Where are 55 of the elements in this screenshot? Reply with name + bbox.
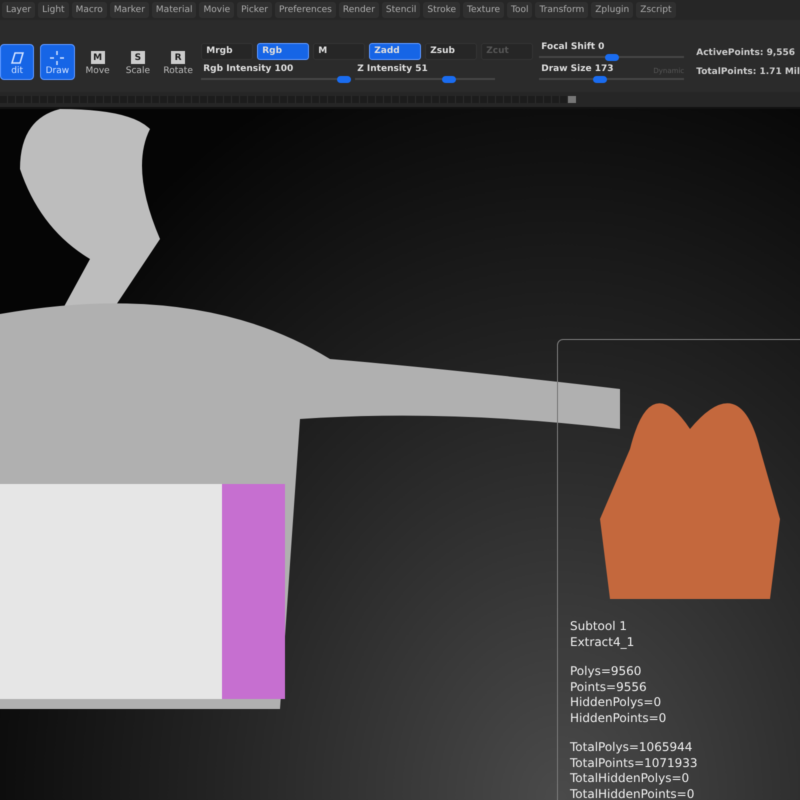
menu-item[interactable]: Stencil xyxy=(382,2,420,18)
info-text: HiddenPoints=0 xyxy=(570,710,668,726)
menu-item[interactable]: Render xyxy=(338,2,379,18)
info-text: TotalPoints=1071933 xyxy=(570,756,698,771)
mode-toggle[interactable]: Mrgb xyxy=(201,42,254,60)
info-text: Extract4_1 xyxy=(570,634,636,650)
crosshair-icon xyxy=(49,50,66,66)
tool-button[interactable]: Draw xyxy=(40,44,74,80)
menu-item[interactable]: Transform xyxy=(535,2,588,18)
menu-item[interactable]: Layer xyxy=(2,2,36,18)
tool-button[interactable]: M Move xyxy=(80,44,115,80)
shortcut-key: R xyxy=(171,51,186,64)
info-text: TotalHiddenPolys=0 xyxy=(570,771,690,786)
mode-toggle[interactable]: Rgb xyxy=(257,42,310,60)
menu-item[interactable]: Movie xyxy=(199,2,234,18)
slider-thumb[interactable] xyxy=(336,76,351,82)
menu-item[interactable]: Marker xyxy=(110,2,149,18)
slider-thumb[interactable] xyxy=(604,54,619,61)
menu-item[interactable]: Material xyxy=(152,2,196,18)
menu-item[interactable]: Zplugin xyxy=(591,2,634,18)
mode-toggle[interactable]: M xyxy=(313,42,366,60)
slider[interactable]: Rgb Intensity 100 xyxy=(201,64,352,82)
tool-button[interactable]: R Rotate xyxy=(161,44,196,80)
tool-button[interactable]: dit xyxy=(0,44,34,80)
menu-item[interactable]: Preferences xyxy=(274,2,336,18)
info-text: Polys=9560 xyxy=(570,664,642,680)
shortcut-key: M xyxy=(90,51,105,64)
menu-item[interactable]: Tool xyxy=(507,2,532,18)
slider-thumb[interactable] xyxy=(593,76,608,83)
mode-toggle[interactable]: Zsub xyxy=(425,42,478,60)
menu-item[interactable]: Stroke xyxy=(423,2,460,18)
menu-item[interactable]: Light xyxy=(38,2,69,18)
slider[interactable]: Focal Shift 0 xyxy=(539,42,684,60)
slider-thumb[interactable] xyxy=(442,76,456,82)
info-text: HiddenPolys=0 xyxy=(570,695,662,710)
slider[interactable]: Z Intensity 51 xyxy=(355,64,496,82)
scroll-handle[interactable] xyxy=(568,96,576,103)
slider-label: Z Intensity 51 xyxy=(357,64,428,74)
info-text: TotalPolys=1065944 xyxy=(570,740,694,756)
slider-label: Rgb Intensity 100 xyxy=(203,64,294,74)
shortcut-key: S xyxy=(130,51,145,64)
menu-item[interactable]: Zscript xyxy=(636,2,676,18)
menu-item[interactable]: Macro xyxy=(72,2,107,18)
menu-item[interactable]: Picker xyxy=(237,2,272,18)
slider-label: Focal Shift 0 xyxy=(541,42,604,52)
mode-toggle[interactable]: Zadd xyxy=(369,42,422,60)
info-text: Points=9556 xyxy=(570,680,648,695)
menu-item[interactable]: Texture xyxy=(463,2,504,18)
stat-text: ActivePoints: 9,556 xyxy=(696,48,796,58)
info-text: Subtool 1 xyxy=(570,619,628,634)
stat-text: TotalPoints: 1.71 Mil xyxy=(696,66,800,76)
tool-button[interactable]: S Scale xyxy=(120,44,155,80)
pen-icon xyxy=(9,50,26,66)
slider-label: Draw Size 173 xyxy=(541,64,614,74)
info-text: TotalHiddenPoints=0 xyxy=(570,786,696,800)
